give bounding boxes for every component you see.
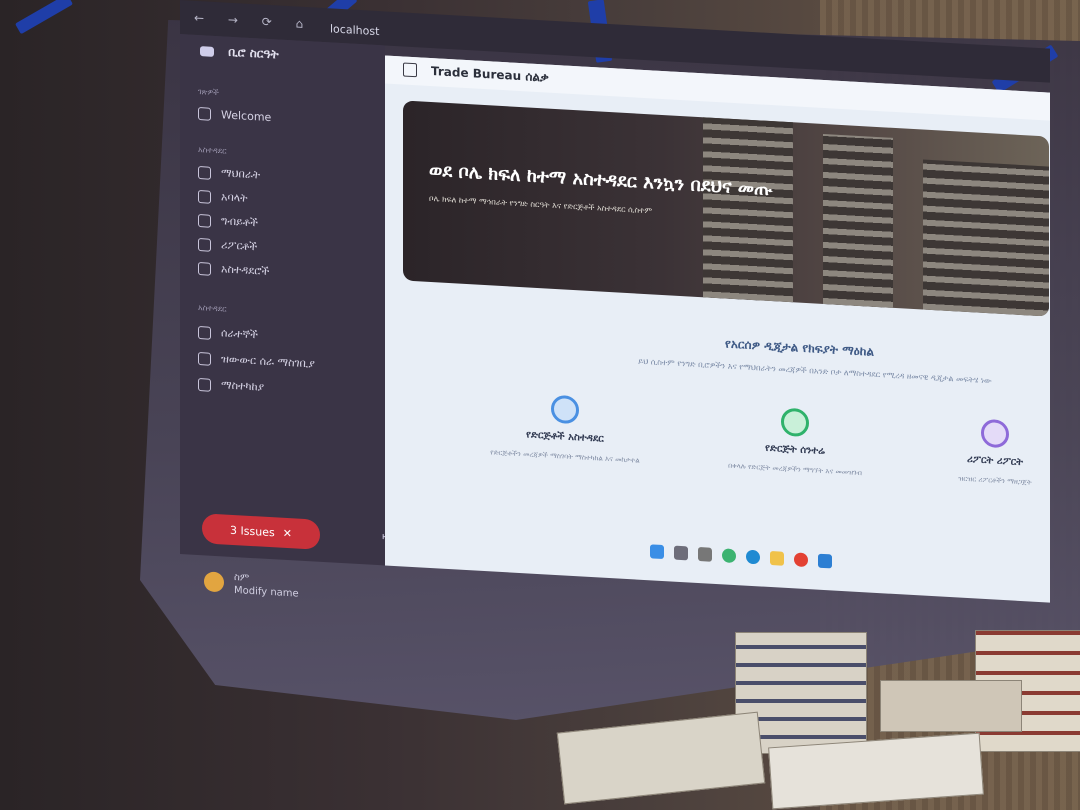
- avatar: [204, 571, 224, 593]
- card-title: የድርጅቶች አስተዳደር: [526, 429, 604, 445]
- card-title: የድርጅት ሰንተሬ: [765, 442, 825, 458]
- windows-start-icon[interactable]: [650, 544, 664, 560]
- close-icon[interactable]: ✕: [283, 526, 292, 540]
- users-icon: [198, 189, 211, 204]
- sidebar-item-label: ማህበራት: [221, 166, 261, 182]
- transfer-icon: [198, 351, 211, 366]
- page-title: Trade Bureau ሰልቃ: [431, 64, 549, 85]
- sidebar-section-settings: አስተዳደር: [198, 303, 227, 314]
- vscode-icon[interactable]: [818, 553, 832, 569]
- sidebar-section-admin: አስተዳደር: [198, 145, 227, 156]
- edge-icon[interactable]: [746, 549, 760, 565]
- sidebar: ቢሮ ስርዓት ገጽዎች Welcome አስተዳደር ማህበራት አባላት ግ…: [180, 34, 392, 600]
- user-icon: [551, 394, 579, 425]
- sidebar-item-members[interactable]: አባላት: [198, 189, 248, 206]
- card-title: ሪፖርት ሪፖርት: [966, 453, 1024, 469]
- settings-icon: [198, 377, 211, 392]
- sidebar-item-staff[interactable]: ሰራተኞች: [198, 325, 258, 342]
- sidebar-item-label: አስተዳደሮች: [221, 262, 270, 278]
- sidebar-brand: ቢሮ ስርዓት: [200, 43, 279, 62]
- section-description: ይህ ሲስተም የንግድ ቢሮዎችን እና የማህበራትን መረጃዎች በአንድ…: [638, 356, 992, 386]
- sidebar-toggle-icon[interactable]: [403, 62, 417, 78]
- sidebar-item-label: አባላት: [221, 190, 248, 205]
- chart-icon: [198, 237, 211, 252]
- section-title: የአርሰዎ ዲጂታል የክፍያት ማዕከል: [725, 336, 874, 359]
- issues-label: 3 Issues: [230, 523, 275, 539]
- sidebar-item-settings[interactable]: ማስተካከያ: [198, 377, 264, 395]
- sidebar-item-transfer[interactable]: ዝውውር ሰራ ማስገቢያ: [198, 351, 315, 372]
- book-stack: [880, 680, 1022, 732]
- sidebar-item-associations[interactable]: ማህበራት: [198, 165, 260, 182]
- cart-icon: [198, 213, 211, 228]
- browser-url[interactable]: localhost: [330, 22, 379, 38]
- sidebar-item-label: ዝውውር ሰራ ማስገቢያ: [221, 352, 315, 371]
- sidebar-item-label: ሰራተኞች: [221, 326, 258, 342]
- sidebar-item-label: ሪፖርቶች: [221, 238, 258, 254]
- sidebar-item-label: ማስተካከያ: [221, 378, 265, 394]
- check-icon: [781, 407, 809, 438]
- browser-nav-icons[interactable]: ← → ⟳ ⌂: [194, 11, 313, 32]
- feature-card[interactable]: የድርጅት ሰንተሬ በቀላሉ የድርጅት መረጃዎችን ማግኘት እና መመዝ…: [705, 403, 885, 479]
- taskview-icon[interactable]: [698, 546, 712, 562]
- issues-button[interactable]: 3 Issues ✕: [202, 513, 320, 550]
- logo-icon: [200, 45, 214, 57]
- app-icon[interactable]: [722, 548, 736, 564]
- brand-label: ቢሮ ስርዓት: [228, 44, 279, 62]
- report-icon: [981, 418, 1009, 449]
- feature-card[interactable]: የድርጅቶች አስተዳደር የድርጅቶችን መረጃዎች ማስገባት ማስተካከል…: [475, 390, 655, 466]
- main-content: Trade Bureau ሰልቃ ወደ ቦሌ ክፍለ ከተማ አስተዳደር እን…: [385, 55, 1050, 603]
- building-image: [923, 159, 1049, 317]
- group-icon: [198, 325, 211, 340]
- folder-icon[interactable]: [770, 550, 784, 566]
- card-description: በቀላሉ የድርጅት መረጃዎችን ማግኘት እና መመዝገብ: [728, 461, 862, 478]
- sidebar-item-label: ግብይቶች: [221, 214, 258, 230]
- sidebar-item-transactions[interactable]: ግብይቶች: [198, 213, 258, 230]
- card-description: የድርጅቶችን መረጃዎች ማስገባት ማስተካከል እና መከታተል: [490, 448, 640, 465]
- home-icon: [198, 107, 211, 121]
- list-icon: [198, 165, 211, 180]
- feature-card[interactable]: ሪፖርት ሪፖርት ዝርዝር ሪፖርቶችን ማዘጋጀት: [905, 415, 1080, 491]
- sidebar-item-label: Welcome: [221, 108, 272, 125]
- sidebar-item-reports[interactable]: ሪፖርቶች: [198, 237, 257, 254]
- chrome-icon[interactable]: [794, 552, 808, 568]
- card-description: ዝርዝር ሪፖርቶችን ማዘጋጀት: [958, 474, 1032, 487]
- sidebar-item-administrators[interactable]: አስተዳደሮች: [198, 261, 269, 279]
- sidebar-item-welcome[interactable]: Welcome: [198, 107, 271, 124]
- projected-screen: ← → ⟳ ⌂ localhost ቢሮ ስርዓት ገጽዎች Welcome አ…: [180, 0, 1050, 609]
- search-icon[interactable]: [674, 545, 688, 561]
- hero-banner: ወደ ቦሌ ክፍለ ከተማ አስተዳደር እንኳን በደህና መጡ ቦሌ ክፍለ…: [403, 100, 1049, 317]
- sidebar-section-pages: ገጽዎች: [198, 87, 219, 98]
- user-icon: [198, 261, 211, 276]
